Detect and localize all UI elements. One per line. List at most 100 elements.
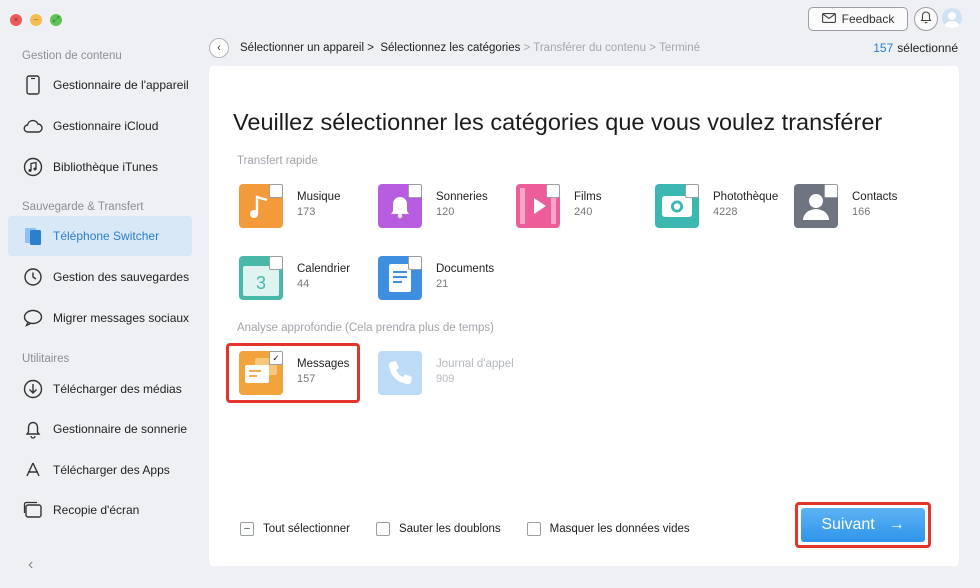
sidebar-item-label: Télécharger des Apps: [53, 463, 170, 477]
skip-duplicates-checkbox[interactable]: Sauter les doublons: [375, 522, 501, 536]
category-name: Calendrier: [297, 263, 351, 275]
download-icon: [22, 378, 44, 400]
breadcrumb: ‹ Sélectionner un appareil > Sélectionne…: [209, 38, 700, 58]
category-count: 240: [574, 206, 593, 218]
bell-icon: [22, 418, 44, 440]
history-icon: [22, 266, 44, 288]
breadcrumb-step: Terminé: [659, 42, 700, 54]
chevron-left-icon[interactable]: ‹: [28, 556, 33, 574]
sidebar-item-label: Bibliothèque iTunes: [53, 160, 158, 174]
sidebar-item-label: Gestionnaire iCloud: [53, 119, 159, 133]
quick-transfer-label: Transfert rapide: [237, 155, 318, 167]
breadcrumb-step: > Transférer du contenu >: [523, 42, 656, 54]
category-checkbox[interactable]: [408, 256, 422, 270]
back-button[interactable]: ‹: [209, 38, 229, 58]
svg-text:3: 3: [256, 273, 266, 293]
option-label: Tout sélectionner: [263, 523, 350, 535]
sidebar-item-itunes-library[interactable]: Bibliothèque iTunes: [8, 147, 192, 187]
selected-count-label: sélectionné: [897, 41, 958, 55]
messages-highlight: [226, 343, 360, 403]
page-title: Veuillez sélectionner les catégories que…: [233, 109, 883, 135]
sidebar-item-label: Recopie d'écran: [53, 503, 140, 517]
category-calendar[interactable]: 3 Calendrier 44: [239, 256, 377, 306]
phone-switch-icon: [22, 225, 44, 247]
category-name: Contacts: [852, 191, 898, 203]
sidebar-item-device-manager[interactable]: Gestionnaire de l'appareil: [8, 65, 192, 105]
chat-icon: [22, 307, 44, 329]
sidebar-item-label: Téléphone Switcher: [53, 229, 160, 243]
close-window-button[interactable]: ×: [10, 14, 22, 26]
sidebar-item-phone-switcher[interactable]: Téléphone Switcher: [8, 216, 192, 256]
sidebar-item-download-apps[interactable]: Télécharger des Apps: [8, 450, 192, 490]
category-checkbox[interactable]: [269, 184, 283, 198]
sidebar-section-title: Gestion de contenu: [22, 50, 122, 62]
category-call-log: Journal d'appel 909: [378, 351, 516, 401]
app-store-icon: [22, 459, 44, 481]
checkbox-partial: –: [240, 522, 254, 536]
sidebar-item-social-messages[interactable]: Migrer messages sociaux: [8, 298, 192, 338]
feedback-button[interactable]: Feedback: [808, 7, 908, 31]
app-window: × – ⤢ Gestion de contenu Gestionnaire de…: [0, 0, 980, 588]
fullscreen-window-button[interactable]: ⤢: [50, 14, 62, 26]
sidebar-item-download-media[interactable]: Télécharger des médias: [8, 369, 192, 409]
next-label: Suivant: [821, 516, 875, 533]
category-documents[interactable]: Documents 21: [378, 256, 516, 306]
category-checkbox[interactable]: [685, 184, 699, 198]
category-ringtones[interactable]: Sonneries 120: [378, 184, 516, 234]
category-name: Journal d'appel: [436, 358, 514, 370]
category-name: Photothèque: [713, 191, 779, 203]
category-checkbox[interactable]: [269, 256, 283, 270]
category-music[interactable]: Musique 173: [239, 184, 377, 234]
option-label: Sauter les doublons: [398, 523, 501, 535]
phone-call-icon: [378, 351, 422, 395]
sidebar-item-label: Gestionnaire de l'appareil: [53, 78, 189, 92]
sidebar-item-icloud-manager[interactable]: Gestionnaire iCloud: [8, 106, 192, 146]
category-count: 166: [852, 206, 871, 218]
avatar[interactable]: [942, 8, 962, 28]
arrow-right-icon: →: [888, 516, 905, 533]
checkbox-unchecked: [375, 522, 390, 536]
category-checkbox[interactable]: [546, 184, 560, 198]
category-count: 173: [297, 206, 316, 218]
category-count: 909: [436, 373, 455, 385]
main-panel: Veuillez sélectionner les catégories que…: [209, 66, 959, 566]
category-contacts[interactable]: Contacts 166: [794, 184, 932, 234]
selected-count: 157 sélectionné: [873, 41, 958, 55]
category-name: Documents: [436, 263, 495, 275]
category-count: 21: [436, 278, 449, 290]
category-name: Sonneries: [436, 191, 488, 203]
sidebar-item-backup-manager[interactable]: Gestion des sauvegardes: [8, 257, 192, 297]
hide-empty-checkbox[interactable]: Masquer les données vides: [526, 522, 690, 536]
select-all-checkbox[interactable]: – Tout sélectionner: [240, 522, 350, 536]
minimize-window-button[interactable]: –: [30, 14, 42, 26]
sidebar: Gestion de contenu Gestionnaire de l'app…: [0, 40, 200, 588]
notification-button[interactable]: [914, 7, 938, 31]
category-checkbox[interactable]: [408, 184, 422, 198]
category-count: 44: [297, 278, 310, 290]
sidebar-item-ringtone-manager[interactable]: Gestionnaire de sonnerie: [8, 409, 192, 449]
screen-mirror-icon: [22, 499, 44, 521]
sidebar-item-label: Gestion des sauvegardes: [53, 270, 190, 284]
music-note-icon: [22, 156, 44, 178]
sidebar-section-title: Utilitaires: [22, 353, 70, 365]
sidebar-item-label: Gestionnaire de sonnerie: [53, 422, 188, 436]
checkbox-unchecked: [526, 522, 541, 536]
sidebar-item-label: Migrer messages sociaux: [53, 311, 190, 325]
sidebar-item-screen-mirror[interactable]: Recopie d'écran: [8, 490, 192, 530]
avatar-icon: [944, 12, 960, 28]
deep-analysis-label: Analyse approfondie (Cela prendra plus d…: [237, 322, 494, 334]
category-checkbox[interactable]: [824, 184, 838, 198]
breadcrumb-step-current: Sélectionnez les catégories: [380, 42, 521, 54]
breadcrumb-step[interactable]: Sélectionner un appareil >: [240, 42, 374, 54]
next-highlight: Suivant →: [795, 502, 931, 548]
cloud-icon: [22, 115, 44, 137]
category-films[interactable]: Films 240: [516, 184, 654, 234]
footer-options: – Tout sélectionner Sauter les doublons …: [240, 522, 716, 536]
category-count: 4228: [713, 206, 738, 218]
next-button[interactable]: Suivant →: [801, 508, 925, 542]
sidebar-section-title: Sauvegarde & Transfert: [22, 201, 144, 213]
bell-icon: [920, 10, 932, 29]
category-photo-library[interactable]: Photothèque 4228: [655, 184, 793, 234]
sidebar-item-label: Télécharger des médias: [53, 382, 182, 396]
window-controls: × – ⤢: [10, 14, 62, 26]
